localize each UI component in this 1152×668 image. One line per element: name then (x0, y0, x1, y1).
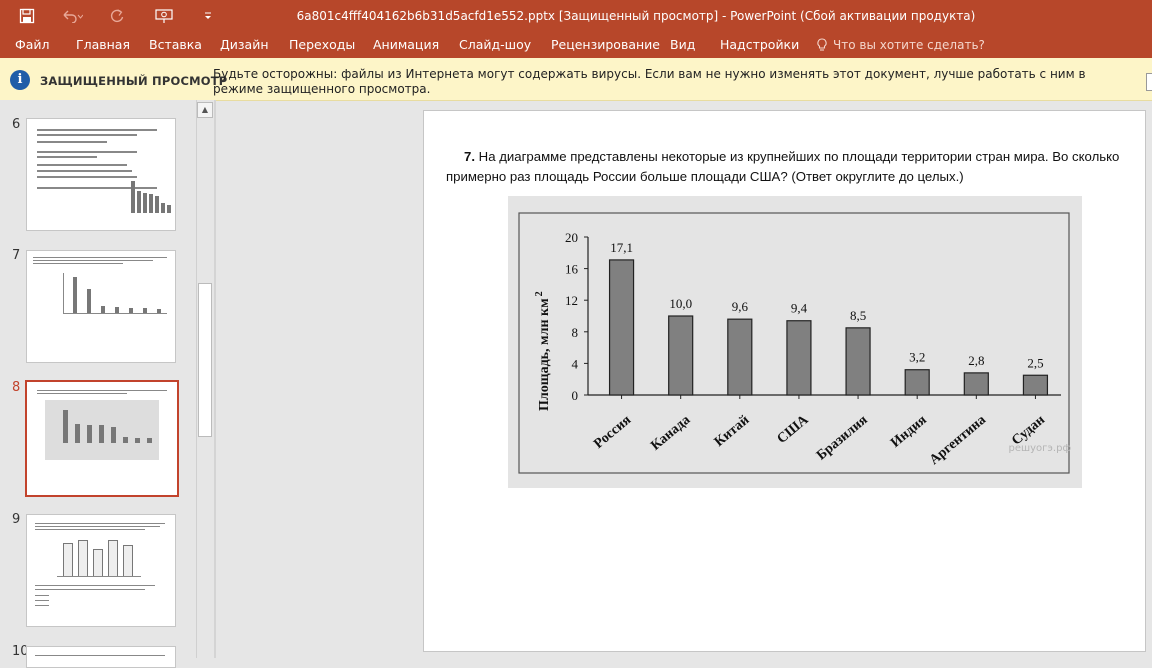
data-label: 2,5 (1027, 355, 1043, 370)
bar (668, 315, 694, 396)
panel-divider[interactable] (214, 100, 216, 658)
bar (904, 369, 930, 396)
y-axis-label: Площадь, млн км 2 (534, 291, 552, 411)
tab-view[interactable]: Вид (670, 32, 695, 58)
lightbulb-icon (817, 38, 827, 51)
slide-thumbnail-7[interactable] (26, 250, 176, 363)
question-body: На диаграмме представлены некоторые из к… (446, 149, 1120, 184)
slide-number-8: 8 (12, 380, 21, 395)
protected-view-message: Будьте осторожны: файлы из Интернета мог… (213, 67, 1086, 96)
bar (963, 372, 989, 396)
question-text: 7. На диаграмме представлены некоторые и… (446, 147, 1136, 187)
x-tick-label: Аргентина (927, 413, 989, 468)
data-label: 10,0 (669, 296, 692, 311)
question-number: 7. (464, 149, 475, 164)
tab-design[interactable]: Дизайн (220, 32, 269, 58)
slide-thumbnail-10[interactable] (26, 646, 176, 668)
slide-thumbnail-8[interactable] (25, 380, 179, 497)
tab-animations[interactable]: Анимация (373, 32, 439, 58)
tab-review[interactable]: Рецензирование (551, 32, 660, 58)
x-tick-label: Индия (888, 412, 930, 451)
x-tick-label: Канада (648, 413, 693, 454)
tab-transitions[interactable]: Переходы (289, 32, 355, 58)
x-tick-label: Россия (591, 412, 634, 452)
bar (608, 259, 635, 396)
protected-view-title: ЗАЩИЩЕННЫЙ ПРОСМОТР (40, 74, 228, 88)
info-icon: i (10, 70, 30, 90)
x-tick-label: Бразилия (814, 412, 871, 463)
tell-me-box[interactable]: Что вы хотите сделать? (816, 32, 985, 58)
slide-thumbnail-6[interactable] (26, 118, 176, 231)
data-label: 8,5 (850, 308, 866, 323)
watermark: решуогэ.рф (1008, 443, 1071, 454)
scrollbar-thumb[interactable] (198, 283, 212, 437)
chart-image: 0 4 8 12 16 20 Площадь, млн км 2 17,1 Россия 10,0 К… (508, 196, 1082, 488)
y-tick-label: 4 (572, 356, 579, 371)
y-tick-label: 20 (565, 230, 578, 245)
y-axis-label-superscript: 2 (534, 291, 545, 296)
data-label: 3,2 (909, 350, 925, 365)
data-label: 2,8 (968, 353, 984, 368)
slides-panel: 6 7 8 9 10 (0, 100, 214, 668)
title-bar: 6a801c4fff404162b6b31d5acfd1e552.pptx [З… (0, 0, 1152, 32)
tab-file[interactable]: Файл (15, 32, 50, 58)
x-tick-label: Китай (712, 413, 753, 450)
data-label: 9,6 (732, 299, 749, 314)
y-tick-label: 8 (572, 325, 579, 340)
scroll-up-button[interactable]: ▲ (197, 102, 213, 118)
data-label: 17,1 (610, 240, 633, 255)
y-axis-label-text: Площадь, млн км (537, 298, 552, 411)
slide-number-6: 6 (12, 117, 21, 132)
y-tick-label: 12 (565, 293, 578, 308)
bar (727, 318, 753, 396)
bar (786, 320, 812, 396)
data-label: 9,4 (791, 301, 808, 316)
tab-insert[interactable]: Вставка (149, 32, 202, 58)
tab-slideshow[interactable]: Слайд-шоу (459, 32, 531, 58)
y-tick-label: 0 (572, 388, 579, 403)
slide-thumbnail-9[interactable] (26, 514, 176, 627)
window-title: 6a801c4fff404162b6b31d5acfd1e552.pptx [З… (296, 9, 976, 23)
enable-editing-button[interactable] (1146, 73, 1152, 91)
bar (845, 327, 871, 396)
bar (1022, 374, 1049, 396)
ribbon-tabs: Файл Главная Вставка Дизайн Переходы Ани… (0, 32, 1152, 58)
slide-canvas: 7. На диаграмме представлены некоторые и… (423, 110, 1146, 652)
slides-scrollbar[interactable]: ▲ (196, 100, 213, 658)
tell-me-label: Что вы хотите сделать? (833, 38, 985, 52)
y-tick-label: 16 (565, 262, 579, 277)
protected-view-bar: i ЗАЩИЩЕННЫЙ ПРОСМОТР Будьте осторожны: … (0, 58, 1152, 101)
tab-addins[interactable]: Надстройки (720, 32, 799, 58)
slide-number-7: 7 (12, 248, 21, 263)
tab-home[interactable]: Главная (76, 32, 130, 58)
x-tick-label: США (775, 412, 813, 447)
bar-chart: 0 4 8 12 16 20 Площадь, млн км 2 17,1 Россия 10,0 К… (518, 212, 1071, 474)
slide-number-9: 9 (12, 512, 21, 527)
